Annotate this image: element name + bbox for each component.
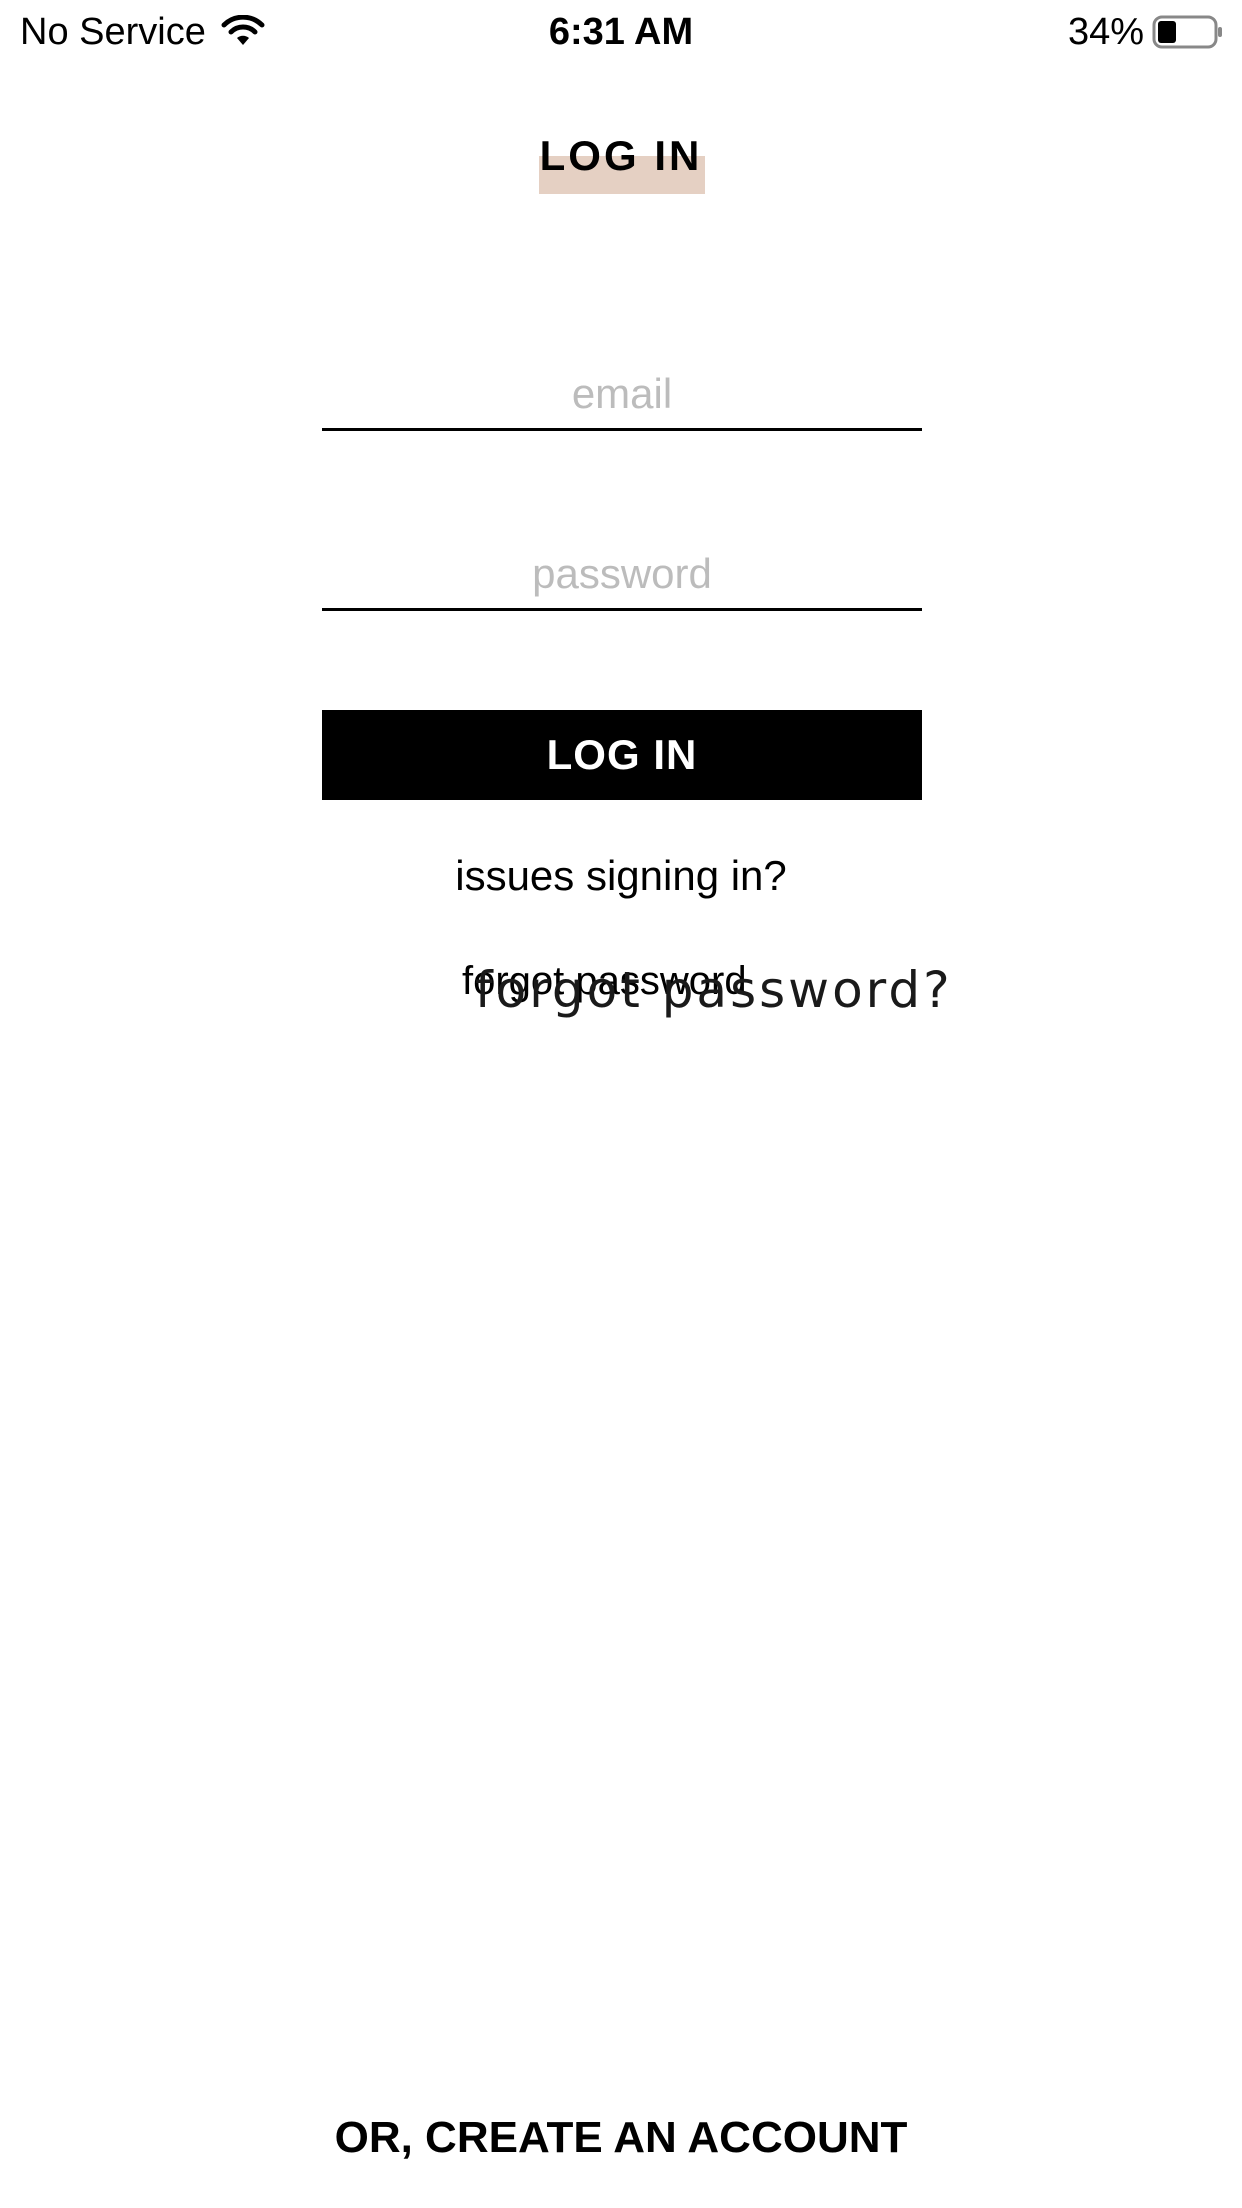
status-time: 6:31 AM bbox=[548, 11, 694, 53]
battery-icon bbox=[1152, 15, 1224, 49]
status-bar: No Service 6:31 AM 34% bbox=[0, 0, 1242, 64]
issues-signing-in-link[interactable]: issues signing in? bbox=[0, 848, 1242, 904]
create-account-link[interactable]: OR, CREATE AN ACCOUNT bbox=[0, 2110, 1242, 2166]
password-field[interactable] bbox=[322, 540, 922, 611]
email-field[interactable] bbox=[322, 360, 922, 431]
page-header: LOG IN bbox=[0, 126, 1242, 186]
status-right: 34% bbox=[1068, 10, 1224, 54]
log-in-button[interactable]: LOG IN bbox=[322, 710, 922, 800]
battery-percent: 34% bbox=[1067, 11, 1144, 53]
page-title: LOG IN bbox=[539, 132, 703, 179]
forgot-password-link-overlay[interactable]: forgot password? bbox=[475, 960, 953, 1020]
